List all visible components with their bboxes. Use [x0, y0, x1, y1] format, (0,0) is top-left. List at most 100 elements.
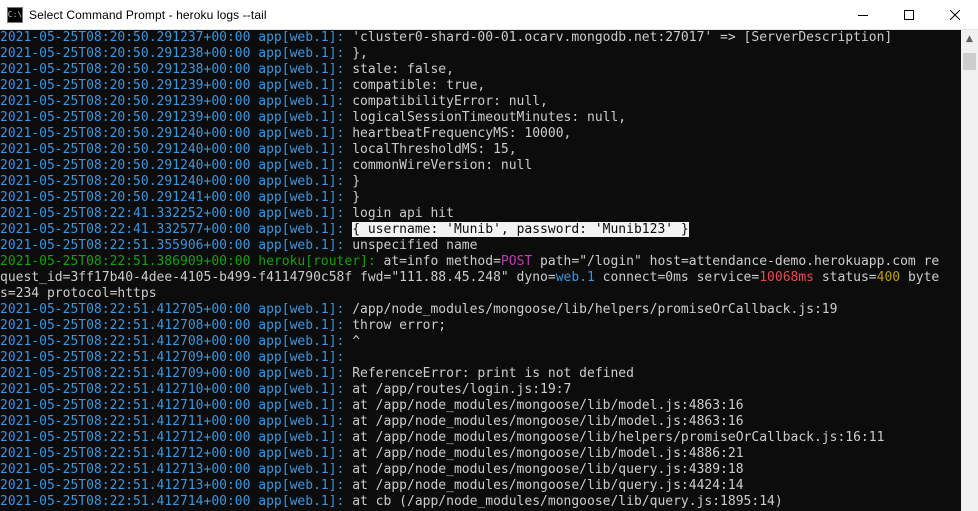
router-dyno: web.1	[555, 270, 595, 285]
log-line: 2021-05-25T08:20:50.291240+00:00 app[web…	[0, 158, 961, 174]
log-timestamp: 2021-05-25T08:22:51.412712+00:00	[0, 430, 251, 445]
log-source: app[web.1]:	[258, 382, 345, 397]
log-source: app[web.1]:	[258, 414, 345, 429]
router-text: path="/login" host=attendance-demo.herok…	[532, 254, 940, 269]
log-source: app[web.1]:	[258, 206, 345, 221]
log-source: app[web.1]:	[258, 30, 345, 45]
router-text: quest_id=3ff17b40-4dee-4105-b499-f411479…	[0, 270, 556, 285]
scroll-up-arrow-icon[interactable]: ▲	[961, 30, 978, 47]
log-source: app[web.1]:	[258, 430, 345, 445]
log-line: 2021-05-25T08:20:50.291239+00:00 app[web…	[0, 110, 961, 126]
log-line: 2021-05-25T08:20:50.291239+00:00 app[web…	[0, 78, 961, 94]
log-timestamp: 2021-05-25T08:22:51.412710+00:00	[0, 382, 251, 397]
log-line: 2021-05-25T08:20:50.291238+00:00 app[web…	[0, 62, 961, 78]
log-timestamp: 2021-05-25T08:20:50.291240+00:00	[0, 126, 251, 141]
log-message: stale: false,	[344, 62, 454, 77]
log-line: 2021-05-25T08:22:51.412705+00:00 app[web…	[0, 302, 961, 318]
log-line: 2021-05-25T08:22:41.332252+00:00 app[web…	[0, 206, 961, 222]
log-timestamp: 2021-05-25T08:22:51.412710+00:00	[0, 398, 251, 413]
router-log-line-wrap: quest_id=3ff17b40-4dee-4105-b499-f411479…	[0, 270, 961, 286]
log-line: 2021-05-25T08:22:51.412713+00:00 app[web…	[0, 478, 961, 494]
router-method: POST	[500, 254, 533, 269]
router-text: at=info method=	[375, 254, 501, 269]
log-message: compatible: true,	[344, 78, 486, 93]
log-line: 2021-05-25T08:20:50.291240+00:00 app[web…	[0, 126, 961, 142]
log-line: 2021-05-25T08:22:51.412710+00:00 app[web…	[0, 398, 961, 414]
vertical-scrollbar[interactable]: ▲	[961, 30, 978, 511]
log-line: 2021-05-25T08:22:51.412714+00:00 app[web…	[0, 494, 961, 510]
log-source: app[web.1]:	[258, 302, 345, 317]
log-source: app[web.1]:	[258, 126, 345, 141]
log-line: 2021-05-25T08:20:50.291237+00:00 app[web…	[0, 30, 961, 46]
log-source: app[web.1]:	[258, 398, 345, 413]
log-message: logicalSessionTimeoutMinutes: null,	[344, 110, 627, 125]
log-line: 2021-05-25T08:22:51.412709+00:00 app[web…	[0, 350, 961, 366]
log-source: app[web.1]:	[258, 110, 345, 125]
selected-text[interactable]: { username: 'Munib', password: 'Munib123…	[352, 222, 689, 237]
log-timestamp: 2021-05-25T08:20:50.291240+00:00	[0, 142, 251, 157]
log-message: }	[344, 174, 361, 189]
log-line: 2021-05-25T08:22:51.355906+00:00 app[web…	[0, 238, 961, 254]
log-timestamp: 2021-05-25T08:20:50.291239+00:00	[0, 110, 251, 125]
log-line: 2021-05-25T08:20:50.291239+00:00 app[web…	[0, 94, 961, 110]
log-timestamp: 2021-05-25T08:20:50.291238+00:00	[0, 46, 251, 61]
log-message: at cb (/app/node_modules/mongoose/lib/qu…	[344, 494, 783, 509]
close-icon	[950, 10, 960, 20]
log-source: app[web.1]:	[258, 94, 345, 109]
log-message: at /app/node_modules/mongoose/lib/model.…	[344, 414, 744, 429]
router-text: s=234 protocol=https	[0, 286, 157, 301]
log-timestamp: 2021-05-25T08:22:51.412708+00:00	[0, 334, 251, 349]
router-log-line-wrap: s=234 protocol=https	[0, 286, 961, 302]
log-timestamp: 2021-05-25T08:22:51.412709+00:00	[0, 350, 251, 365]
log-timestamp: 2021-05-25T08:22:51.412708+00:00	[0, 318, 251, 333]
log-source: app[web.1]:	[258, 78, 345, 93]
router-text: connect=0ms service=	[594, 270, 760, 285]
log-line: 2021-05-25T08:22:51.412712+00:00 app[web…	[0, 430, 961, 446]
log-source: app[web.1]:	[258, 62, 345, 77]
log-message: /app/node_modules/mongoose/lib/helpers/p…	[344, 302, 838, 317]
log-timestamp: 2021-05-25T08:20:50.291237+00:00	[0, 30, 251, 45]
log-line-selected: 2021-05-25T08:22:41.332577+00:00 app[web…	[0, 222, 961, 238]
log-source: app[web.1]:	[258, 350, 345, 365]
log-line: 2021-05-25T08:22:51.412708+00:00 app[web…	[0, 334, 961, 350]
log-line: 2021-05-25T08:20:50.291241+00:00 app[web…	[0, 190, 961, 206]
log-source: app[web.1]:	[258, 366, 345, 381]
log-message: at /app/routes/login.js:19:7	[344, 382, 572, 397]
log-timestamp: 2021-05-25T08:20:50.291239+00:00	[0, 94, 251, 109]
log-line: 2021-05-25T08:22:51.412708+00:00 app[web…	[0, 318, 961, 334]
log-timestamp: 2021-05-25T08:20:50.291240+00:00	[0, 174, 251, 189]
close-button[interactable]	[932, 0, 978, 30]
log-timestamp: 2021-05-25T08:22:51.412713+00:00	[0, 462, 251, 477]
log-source: app[web.1]:	[258, 190, 345, 205]
log-line: 2021-05-25T08:20:50.291240+00:00 app[web…	[0, 174, 961, 190]
log-message: },	[344, 46, 368, 61]
minimize-icon	[858, 15, 868, 16]
log-message: ^	[344, 334, 361, 349]
window-controls	[840, 0, 978, 30]
log-timestamp: 2021-05-25T08:22:51.412709+00:00	[0, 366, 251, 381]
log-source: app[web.1]:	[258, 446, 345, 461]
log-source: app[web.1]:	[258, 158, 345, 173]
router-service-time: 10068ms	[759, 270, 815, 285]
maximize-icon	[904, 10, 914, 20]
log-timestamp: 2021-05-25T08:22:51.386909+00:00	[0, 254, 251, 269]
log-line: 2021-05-25T08:22:51.412712+00:00 app[web…	[0, 446, 961, 462]
log-message: at /app/node_modules/mongoose/lib/query.…	[344, 462, 744, 477]
log-timestamp: 2021-05-25T08:22:51.355906+00:00	[0, 238, 251, 253]
log-timestamp: 2021-05-25T08:22:51.412705+00:00	[0, 302, 251, 317]
title-bar[interactable]: C:\ Select Command Prompt - heroku logs …	[0, 0, 978, 30]
log-source: app[web.1]:	[258, 334, 345, 349]
log-message: throw error;	[344, 318, 447, 333]
log-message: localThresholdMS: 15,	[344, 142, 517, 157]
minimize-button[interactable]	[840, 0, 886, 30]
log-message: ReferenceError: print is not defined	[344, 366, 634, 381]
router-log-line: 2021-05-25T08:22:51.386909+00:00 heroku[…	[0, 254, 961, 270]
terminal-output[interactable]: 2021-05-25T08:20:50.291237+00:00 app[web…	[0, 30, 961, 511]
log-source: app[web.1]:	[258, 46, 345, 61]
scrollbar-thumb[interactable]	[963, 53, 976, 70]
log-line: 2021-05-25T08:22:51.412713+00:00 app[web…	[0, 462, 961, 478]
log-line: 2021-05-25T08:22:51.412710+00:00 app[web…	[0, 382, 961, 398]
maximize-button[interactable]	[886, 0, 932, 30]
log-source: app[web.1]:	[258, 174, 345, 189]
log-message: at /app/node_modules/mongoose/lib/model.…	[344, 398, 744, 413]
